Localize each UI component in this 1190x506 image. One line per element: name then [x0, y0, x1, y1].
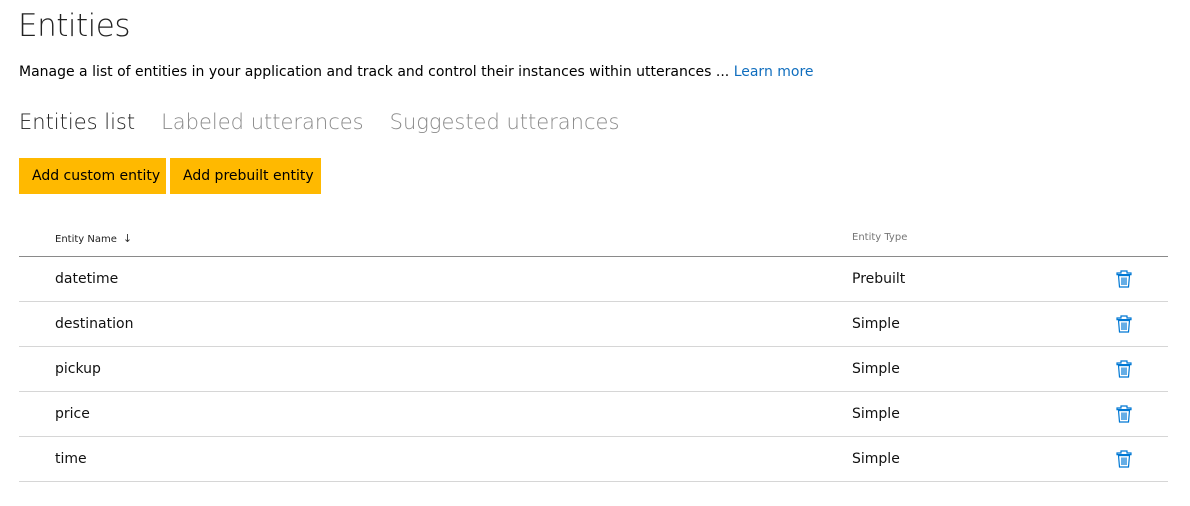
- entity-type-cell: Prebuilt: [852, 271, 906, 287]
- description-text: Manage a list of entities in your applic…: [19, 64, 730, 80]
- entity-name-cell[interactable]: destination: [55, 316, 133, 332]
- table-row[interactable]: datetime Prebuilt: [19, 257, 1168, 302]
- trash-icon[interactable]: [1116, 450, 1132, 468]
- entities-page: Entities Manage a list of entities in yo…: [0, 0, 1190, 506]
- add-prebuilt-entity-button[interactable]: Add prebuilt entity: [170, 158, 321, 194]
- table-row[interactable]: destination Simple: [19, 302, 1168, 347]
- learn-more-link[interactable]: Learn more: [734, 64, 814, 80]
- table-row[interactable]: time Simple: [19, 437, 1168, 482]
- action-toolbar: Add custom entity Add prebuilt entity: [19, 158, 321, 194]
- table-row[interactable]: price Simple: [19, 392, 1168, 437]
- tab-bar: Entities list Labeled utterances Suggest…: [19, 110, 619, 134]
- arrow-down-icon: ↓: [122, 232, 133, 245]
- entity-name-cell[interactable]: datetime: [55, 271, 118, 287]
- trash-icon[interactable]: [1116, 270, 1132, 288]
- entity-type-cell: Simple: [852, 316, 900, 332]
- column-header-entity-name-label: Entity Name: [55, 234, 117, 245]
- column-header-entity-type[interactable]: Entity Type: [852, 232, 907, 243]
- trash-icon[interactable]: [1116, 360, 1132, 378]
- trash-icon[interactable]: [1116, 315, 1132, 333]
- page-description: Manage a list of entities in your applic…: [19, 64, 814, 80]
- column-header-entity-name[interactable]: Entity Name ↓: [55, 232, 132, 245]
- entity-type-cell: Simple: [852, 451, 900, 467]
- entity-type-cell: Simple: [852, 406, 900, 422]
- add-custom-entity-button[interactable]: Add custom entity: [19, 158, 166, 194]
- tab-labeled-utterances[interactable]: Labeled utterances: [161, 110, 364, 134]
- entity-type-cell: Simple: [852, 361, 900, 377]
- entities-table: Entity Name ↓ Entity Type datetime Prebui…: [19, 220, 1168, 482]
- entity-name-cell[interactable]: pickup: [55, 361, 101, 377]
- table-header: Entity Name ↓ Entity Type: [19, 220, 1168, 257]
- entity-name-cell[interactable]: time: [55, 451, 87, 467]
- table-row[interactable]: pickup Simple: [19, 347, 1168, 392]
- tab-suggested-utterances[interactable]: Suggested utterances: [390, 110, 620, 134]
- page-title: Entities: [18, 8, 131, 44]
- entity-name-cell[interactable]: price: [55, 406, 90, 422]
- trash-icon[interactable]: [1116, 405, 1132, 423]
- tab-entities-list[interactable]: Entities list: [19, 110, 135, 134]
